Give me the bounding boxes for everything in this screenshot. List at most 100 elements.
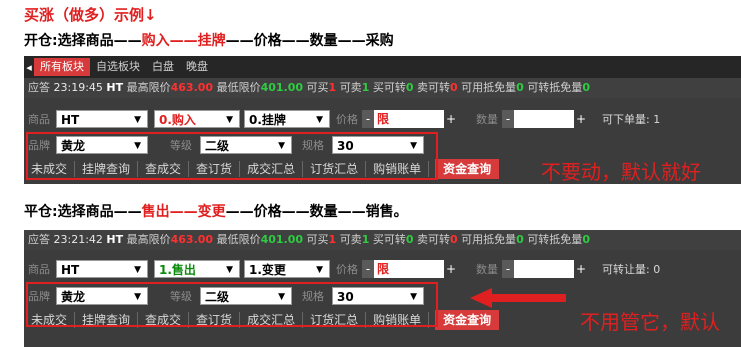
transfer-free-value: 0 <box>582 81 590 94</box>
action-select[interactable]: 1.变更 ▼ <box>244 260 330 278</box>
can-buy-label: 可买 <box>306 233 329 246</box>
chevron-down-icon: ▼ <box>316 115 323 125</box>
can-buy-label: 可买 <box>306 81 329 94</box>
close-heading-sell: 售出——变更 <box>141 204 226 220</box>
tab-all-boards[interactable]: 所有板块 <box>34 58 90 76</box>
status-code: HT <box>106 81 124 94</box>
annotation-note: 不用管它，默认 <box>580 310 720 334</box>
free-label: 可用抵免量 <box>461 81 517 94</box>
qty-label: 数量 <box>476 113 498 126</box>
can-sell-value: 1 <box>361 81 370 94</box>
chevron-down-icon: ▼ <box>134 115 141 125</box>
qty-plus-button[interactable]: + <box>574 110 588 128</box>
open-heading: 开仓:选择商品——购入——挂牌——价格——数量——采购 <box>24 30 394 50</box>
qty-minus-button[interactable]: - <box>502 110 514 128</box>
chevron-down-icon: ▼ <box>226 265 233 275</box>
can-sell-label: 可卖 <box>339 233 362 246</box>
transferable-qty: 可转让量: 0 <box>602 263 661 276</box>
open-heading-suffix: ——价格——数量——采购 <box>225 33 394 49</box>
qty-input[interactable] <box>514 110 574 128</box>
product-value: HT <box>61 113 80 127</box>
price-input[interactable]: 限 <box>374 110 444 128</box>
chevron-down-icon: ▼ <box>226 115 233 125</box>
sell-transfer-label: 卖可转 <box>417 233 450 246</box>
min-price-value: 401.00 <box>260 233 304 246</box>
open-heading-prefix: 开仓:选择商品—— <box>24 33 142 49</box>
price-minus-button[interactable]: - <box>362 260 374 278</box>
direction-value: 0.购入 <box>159 113 196 127</box>
can-sell-value: 1 <box>361 233 370 246</box>
chevron-down-icon: ▼ <box>134 265 141 275</box>
status-bar: 应答 23:21:42 HT 最高限价463.00 最低限价401.00 可买1… <box>24 230 741 250</box>
status-label: 应答 <box>28 233 50 246</box>
available-qty: 可下单量: 1 <box>602 113 661 126</box>
status-bar: 应答 23:19:45 HT 最高限价463.00 最低限价401.00 可买1… <box>24 78 741 98</box>
min-price-label: 最低限价 <box>216 81 261 94</box>
close-heading-suffix: ——价格——数量——销售。 <box>225 204 408 220</box>
capital-query-button[interactable]: 资金查询 <box>435 159 500 179</box>
capital-query-button[interactable]: 资金查询 <box>435 310 500 330</box>
annotation-note: 不要动，默认就好 <box>541 160 701 184</box>
chevron-down-icon: ▼ <box>316 265 323 275</box>
order-row: 商品 HT ▼ 0.购入 ▼ 0.挂牌 ▼ 价格 - 限 + 数量 - + 可下单量:… <box>28 108 660 130</box>
arrow-left-icon <box>470 288 566 308</box>
free-value: 0 <box>516 233 524 246</box>
price-label: 价格 <box>336 113 358 126</box>
price-plus-button[interactable]: + <box>444 260 458 278</box>
min-price-label: 最低限价 <box>216 233 261 246</box>
sell-transfer-value: 0 <box>450 81 458 94</box>
product-value: HT <box>61 263 80 277</box>
tab-night-session[interactable]: 晚盘 <box>180 58 214 76</box>
direction-value: 1.售出 <box>159 263 196 277</box>
tab-watchlist[interactable]: 自选板块 <box>90 58 146 76</box>
status-time: 23:19:45 <box>53 81 103 94</box>
price-plus-button[interactable]: + <box>444 110 458 128</box>
product-select[interactable]: HT ▼ <box>56 110 148 128</box>
buy-transfer-value: 0 <box>405 233 414 246</box>
qty-label: 数量 <box>476 263 498 276</box>
buy-transfer-label: 买可转 <box>372 233 406 246</box>
action-select[interactable]: 0.挂牌 ▼ <box>244 110 330 128</box>
max-price-value: 463.00 <box>170 81 214 94</box>
tab-day-session[interactable]: 白盘 <box>146 58 180 76</box>
action-value: 0.挂牌 <box>249 113 286 127</box>
price-minus-button[interactable]: - <box>362 110 374 128</box>
tab-scroll-left-icon[interactable]: ◂ <box>24 61 34 74</box>
price-input[interactable]: 限 <box>374 260 444 278</box>
free-value: 0 <box>516 81 524 94</box>
buy-transfer-value: 0 <box>405 81 414 94</box>
price-label: 价格 <box>336 263 358 276</box>
free-label: 可用抵免量 <box>461 233 517 246</box>
max-price-label: 最高限价 <box>126 81 171 94</box>
direction-select[interactable]: 1.售出 ▼ <box>154 260 240 278</box>
max-price-label: 最高限价 <box>126 233 171 246</box>
product-select[interactable]: HT ▼ <box>56 260 148 278</box>
min-price-value: 401.00 <box>260 81 304 94</box>
product-label: 商品 <box>28 263 50 276</box>
highlight-box <box>26 132 438 180</box>
can-buy-value: 1 <box>328 81 337 94</box>
transfer-free-value: 0 <box>582 233 590 246</box>
transfer-free-label: 可转抵免量 <box>527 81 583 94</box>
max-price-value: 463.00 <box>170 233 214 246</box>
status-code: HT <box>106 233 124 246</box>
product-label: 商品 <box>28 113 50 126</box>
qty-minus-button[interactable]: - <box>502 260 514 278</box>
transfer-free-label: 可转抵免量 <box>527 233 583 246</box>
price-value: 限 <box>377 112 390 126</box>
board-tabs: ◂ 所有板块 自选板块 白盘 晚盘 <box>24 56 741 78</box>
sell-transfer-label: 卖可转 <box>417 81 450 94</box>
qty-plus-button[interactable]: + <box>574 260 588 278</box>
status-time: 23:21:42 <box>53 233 103 246</box>
direction-select[interactable]: 0.购入 ▼ <box>154 110 240 128</box>
price-value: 限 <box>377 262 390 276</box>
action-value: 1.变更 <box>249 263 286 277</box>
close-heading: 平仓:选择商品——售出——变更——价格——数量——销售。 <box>24 201 408 221</box>
can-buy-value: 1 <box>328 233 337 246</box>
open-heading-buy: 购入——挂牌 <box>141 33 226 49</box>
order-row: 商品 HT ▼ 1.售出 ▼ 1.变更 ▼ 价格 - 限 + 数量 - + 可转让量:… <box>28 258 660 280</box>
close-heading-prefix: 平仓:选择商品—— <box>24 204 142 220</box>
status-label: 应答 <box>28 81 50 94</box>
qty-input[interactable] <box>514 260 574 278</box>
example-title: 买涨（做多）示例↓ <box>24 6 157 24</box>
